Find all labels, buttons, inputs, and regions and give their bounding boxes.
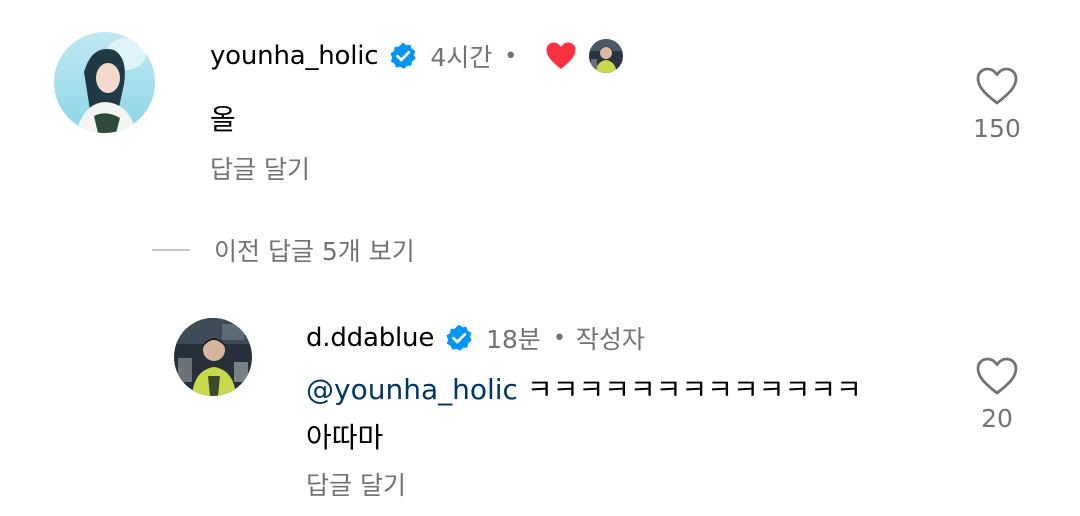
meta-separator: •	[504, 43, 518, 69]
like-count: 20	[981, 404, 1013, 433]
reply-button[interactable]: 답글 달기	[210, 150, 310, 186]
creator-liked-heart-icon	[545, 41, 577, 71]
reply-text-line-2: 아따마	[306, 421, 384, 454]
reply-username[interactable]: d.ddablue	[306, 323, 434, 353]
reply-time: 18분	[486, 325, 541, 354]
meta-separator: •	[552, 325, 566, 351]
commenter-avatar[interactable]	[54, 32, 155, 133]
comment-header: younha_holic 4시간 •	[210, 36, 624, 76]
reply-author-avatar[interactable]	[174, 318, 252, 396]
heart-outline-icon[interactable]	[975, 66, 1019, 106]
reply-button[interactable]: 답글 달기	[306, 466, 406, 502]
mention-link[interactable]: @younha_holic	[306, 373, 518, 406]
reply-text-line-1: @younha_holic ㅋㅋㅋㅋㅋㅋㅋㅋㅋㅋㅋㅋㅋ	[306, 368, 862, 408]
comment-like: 150	[962, 66, 1032, 143]
comment-time: 4시간	[430, 43, 493, 72]
thread-divider	[152, 249, 190, 251]
reply-like: 20	[962, 356, 1032, 433]
comment-username[interactable]: younha_holic	[210, 41, 379, 71]
reply-header: d.ddablue 18분 • 작성자	[306, 318, 645, 358]
reply-text-laugh: ㅋㅋㅋㅋㅋㅋㅋㅋㅋㅋㅋㅋㅋ	[526, 373, 862, 406]
author-badge: 작성자	[575, 325, 645, 354]
verified-badge-icon	[444, 323, 474, 353]
view-previous-replies-label: 이전 답글 5개 보기	[214, 237, 415, 266]
comment-text: 올	[210, 103, 236, 136]
like-count: 150	[973, 114, 1021, 143]
heart-outline-icon[interactable]	[975, 356, 1019, 396]
view-previous-replies-button[interactable]: 이전 답글 5개 보기	[152, 232, 415, 268]
creator-mini-avatar	[589, 39, 624, 73]
verified-badge-icon	[388, 41, 418, 71]
